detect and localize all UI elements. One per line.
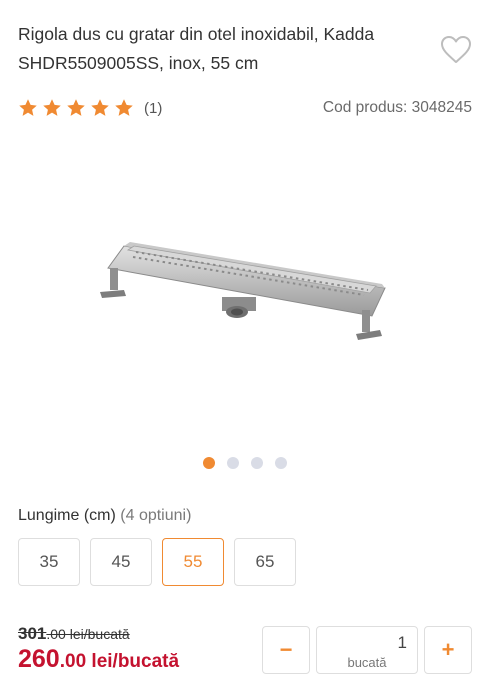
old-price-rest: .00 lei/bucată	[46, 626, 130, 642]
product-code: Cod produs: 3048245	[322, 99, 472, 116]
rating-row: (1) Cod produs: 3048245	[18, 96, 472, 120]
length-option-55[interactable]: 55	[162, 538, 224, 586]
star-icon	[91, 99, 109, 116]
gallery-dot-2[interactable]	[227, 457, 239, 469]
old-price: 301.00 lei/bucată	[18, 624, 130, 644]
star-icon	[43, 99, 61, 116]
star-icon	[19, 99, 37, 116]
quantity-decrease-button[interactable]: −	[262, 626, 310, 674]
option-count: (4 optiuni)	[120, 507, 192, 524]
product-image[interactable]	[0, 150, 490, 440]
heart-outline-icon	[441, 36, 471, 63]
length-option-35[interactable]: 35	[18, 538, 80, 586]
current-price-main: 260	[18, 645, 60, 673]
length-option-65[interactable]: 65	[234, 538, 296, 586]
favorite-button[interactable]	[436, 30, 476, 70]
length-options: 35 45 55 65	[18, 538, 296, 586]
quantity-unit: bucată	[347, 655, 387, 670]
gallery-dot-4[interactable]	[275, 457, 287, 469]
gallery-dot-1[interactable]	[203, 457, 215, 469]
review-count-link[interactable]: (1)	[144, 100, 162, 117]
length-option-45[interactable]: 45	[90, 538, 152, 586]
product-title: Rigola dus cu gratar din otel inoxidabil…	[18, 24, 375, 73]
star-icon	[115, 99, 133, 116]
current-price: 260.00 lei/bucată	[18, 645, 179, 674]
shower-drain-image	[100, 242, 386, 340]
quantity-value: 1	[397, 633, 407, 652]
gallery-dot-3[interactable]	[251, 457, 263, 469]
quantity-input[interactable]: 1 bucată	[316, 626, 418, 674]
quantity-increase-button[interactable]: +	[424, 626, 472, 674]
option-name: Lungime (cm)	[18, 507, 116, 524]
option-label: Lungime (cm) (4 optiuni)	[18, 507, 191, 525]
rating-stars[interactable]	[18, 98, 134, 118]
star-icon	[67, 99, 85, 116]
current-price-rest: .00 lei/bucată	[59, 651, 180, 672]
old-price-main: 301	[18, 624, 47, 643]
gallery-dots	[0, 457, 490, 469]
